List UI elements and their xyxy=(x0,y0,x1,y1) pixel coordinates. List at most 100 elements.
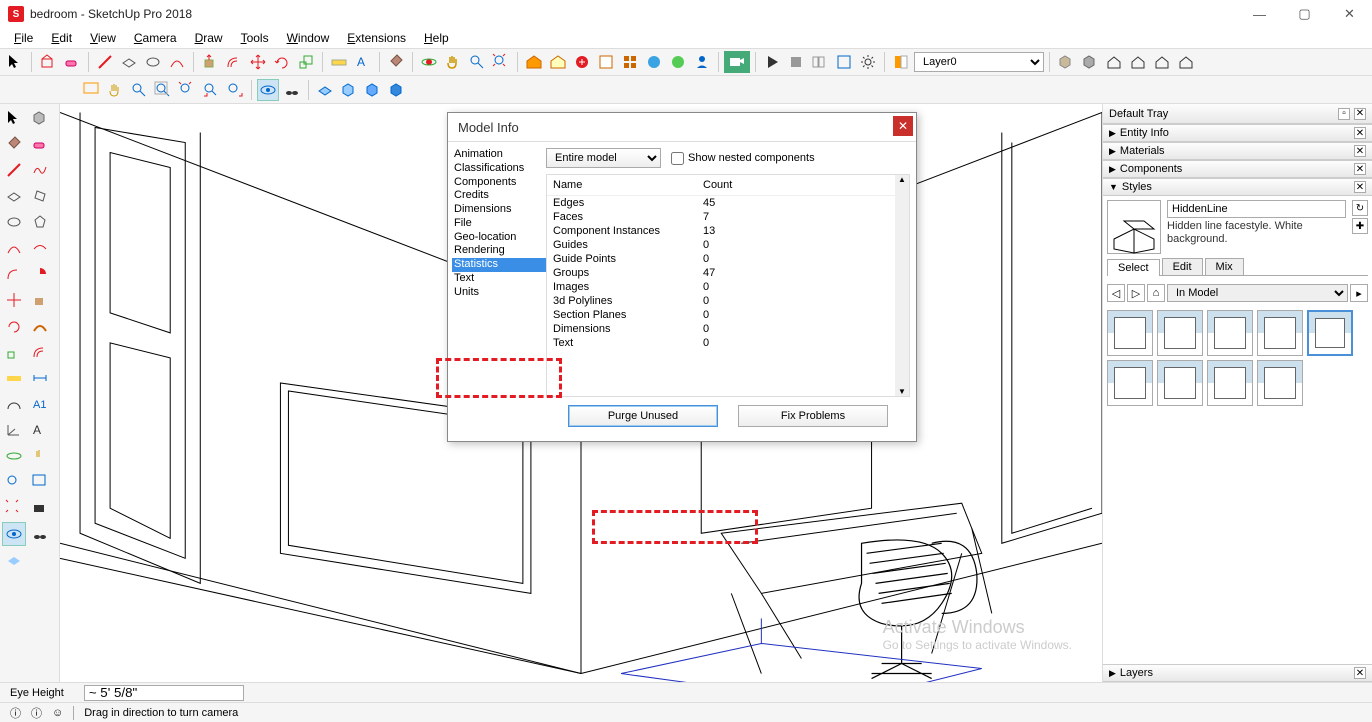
cat-classifications[interactable]: Classifications xyxy=(452,162,546,176)
cat-credits[interactable]: Credits xyxy=(452,189,546,203)
play-icon[interactable] xyxy=(761,51,783,73)
style-thumb-item[interactable] xyxy=(1257,310,1303,356)
panel-close-icon[interactable]: ✕ xyxy=(1354,667,1366,679)
section5-icon[interactable] xyxy=(2,548,26,572)
menu-view[interactable]: View xyxy=(82,29,124,47)
look-icon[interactable] xyxy=(257,79,279,101)
style-thumb-item[interactable] xyxy=(1207,310,1253,356)
next-view-icon[interactable] xyxy=(224,79,246,101)
style-new-icon[interactable]: ✚ xyxy=(1352,218,1368,234)
house1-icon[interactable] xyxy=(1103,51,1125,73)
style-thumb-item[interactable] xyxy=(1257,360,1303,406)
magnify2-icon[interactable] xyxy=(152,79,174,101)
tray-header[interactable]: Default Tray ▫ ✕ xyxy=(1103,104,1372,124)
panel-materials[interactable]: ▶Materials ✕ xyxy=(1103,142,1372,160)
component-icon[interactable] xyxy=(37,51,59,73)
poly-icon[interactable] xyxy=(28,210,52,234)
protractor-icon[interactable] xyxy=(2,392,26,416)
rect2-icon[interactable] xyxy=(2,184,26,208)
offset2-icon[interactable] xyxy=(28,340,52,364)
tab-mix[interactable]: Mix xyxy=(1205,258,1244,275)
purge-unused-button[interactable]: Purge Unused xyxy=(568,405,718,427)
cat-file[interactable]: File xyxy=(452,217,546,231)
advanced-camera-icon[interactable] xyxy=(724,51,750,73)
nested-checkbox[interactable] xyxy=(671,152,684,165)
panel-styles[interactable]: ▼Styles ✕ xyxy=(1103,178,1372,196)
frames-icon[interactable] xyxy=(809,51,831,73)
line-icon[interactable] xyxy=(94,51,116,73)
cat-text[interactable]: Text xyxy=(452,272,546,286)
nav-fwd-icon[interactable]: ▷ xyxy=(1127,284,1145,302)
style-thumb-item[interactable] xyxy=(1157,360,1203,406)
section3-icon[interactable] xyxy=(362,79,384,101)
rotate2-icon[interactable] xyxy=(2,314,26,338)
walk-icon[interactable] xyxy=(281,79,303,101)
stop-icon[interactable] xyxy=(785,51,807,73)
eraser-icon[interactable] xyxy=(61,51,83,73)
details-icon[interactable]: ▸ xyxy=(1350,284,1368,302)
style-thumb-item[interactable] xyxy=(1107,310,1153,356)
extwarehouse-icon[interactable] xyxy=(571,51,593,73)
panel-close-icon[interactable]: ✕ xyxy=(1354,145,1366,157)
prev-view-icon[interactable] xyxy=(200,79,222,101)
grid-icon[interactable] xyxy=(619,51,641,73)
fix-problems-button[interactable]: Fix Problems xyxy=(738,405,888,427)
menu-tools[interactable]: Tools xyxy=(233,29,277,47)
circle2-icon[interactable] xyxy=(2,210,26,234)
globe2-icon[interactable] xyxy=(667,51,689,73)
blueframe-icon[interactable] xyxy=(833,51,855,73)
zoomext2-icon[interactable] xyxy=(2,496,26,520)
text2-icon[interactable]: A1 xyxy=(28,392,52,416)
magnify-icon[interactable] xyxy=(128,79,150,101)
cat-statistics[interactable]: Statistics xyxy=(452,258,546,272)
scale2-icon[interactable] xyxy=(2,340,26,364)
warehouse2-icon[interactable] xyxy=(547,51,569,73)
layout-icon[interactable] xyxy=(595,51,617,73)
style-thumb-item[interactable] xyxy=(1157,310,1203,356)
text-icon[interactable]: A xyxy=(352,51,374,73)
status-icon[interactable]: ⓘ xyxy=(10,705,21,721)
tab-edit[interactable]: Edit xyxy=(1162,258,1203,275)
section2-icon[interactable] xyxy=(338,79,360,101)
move2-icon[interactable] xyxy=(2,288,26,312)
cat-animation[interactable]: Animation xyxy=(452,148,546,162)
solid-union-icon[interactable] xyxy=(1055,51,1077,73)
warehouse-icon[interactable] xyxy=(523,51,545,73)
color-icon[interactable] xyxy=(890,51,912,73)
user-icon[interactable] xyxy=(691,51,713,73)
panel-entity-info[interactable]: ▶Entity Info ✕ xyxy=(1103,124,1372,142)
circle-icon[interactable] xyxy=(142,51,164,73)
eraser2-icon[interactable] xyxy=(28,132,52,156)
house4-icon[interactable] xyxy=(1175,51,1197,73)
scrollbar[interactable]: ▲▼ xyxy=(895,175,909,396)
minimize-button[interactable]: — xyxy=(1237,0,1282,28)
zoomwin-icon[interactable] xyxy=(28,470,52,494)
cat-dimensions[interactable]: Dimensions xyxy=(452,203,546,217)
arc2-icon[interactable] xyxy=(2,236,26,260)
orbit2-icon[interactable] xyxy=(2,444,26,468)
menu-window[interactable]: Window xyxy=(279,29,338,47)
3dtext-icon[interactable]: A xyxy=(28,418,52,442)
freehand-icon[interactable] xyxy=(28,158,52,182)
style-thumb-item[interactable] xyxy=(1207,360,1253,406)
nav-back-icon[interactable]: ◁ xyxy=(1107,284,1125,302)
magnify-ext-icon[interactable] xyxy=(176,79,198,101)
maximize-button[interactable]: ▢ xyxy=(1282,0,1327,28)
component-icon[interactable] xyxy=(28,106,52,130)
menu-camera[interactable]: Camera xyxy=(126,29,185,47)
cat-components[interactable]: Components xyxy=(452,176,546,190)
zoom-window-icon[interactable] xyxy=(80,79,102,101)
menu-file[interactable]: File xyxy=(6,29,41,47)
pushpull2-icon[interactable] xyxy=(28,288,52,312)
panel-close-icon[interactable]: ✕ xyxy=(1354,163,1366,175)
rect-icon[interactable] xyxy=(118,51,140,73)
tray-pin-icon[interactable]: ▫ xyxy=(1338,108,1350,120)
tape-icon[interactable] xyxy=(328,51,350,73)
home-icon[interactable]: ⌂ xyxy=(1147,284,1165,302)
section4-icon[interactable] xyxy=(386,79,408,101)
eye-height-value[interactable] xyxy=(84,685,244,701)
cat-rendering[interactable]: Rendering xyxy=(452,244,546,258)
zoom-icon[interactable] xyxy=(466,51,488,73)
menu-draw[interactable]: Draw xyxy=(187,29,231,47)
style-model-select[interactable]: In Model xyxy=(1167,284,1348,302)
